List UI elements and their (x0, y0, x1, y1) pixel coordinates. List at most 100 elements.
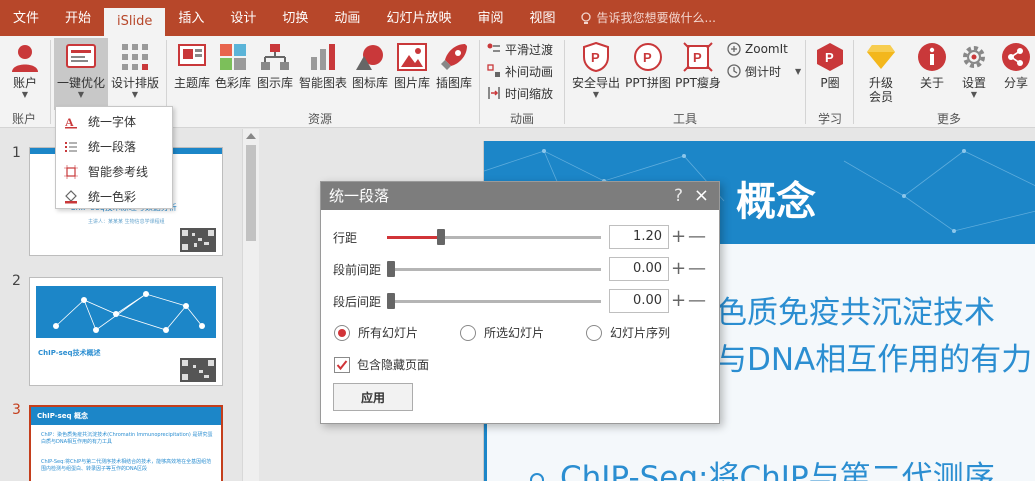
smart-chart-button[interactable]: 智能图表 (297, 38, 349, 110)
slider-handle[interactable] (387, 293, 395, 309)
space-after-input[interactable]: 0.00 (609, 289, 669, 313)
tell-me-search[interactable]: 告诉我您想要做什么... (568, 0, 716, 36)
help-icon[interactable]: ? (674, 182, 683, 210)
slide-title: 概念 (736, 179, 816, 225)
time-scale-button[interactable]: 时间缩放 (487, 82, 553, 104)
close-icon[interactable]: × (694, 182, 709, 210)
menu-item-unify-paragraph[interactable]: 统一段落 (56, 134, 172, 159)
bar-chart-icon (311, 44, 335, 70)
tab-design[interactable]: 设计 (217, 0, 269, 36)
color-library-button[interactable]: 色彩库 (213, 38, 253, 110)
ppt-slim-button[interactable]: P PPT瘦身 (674, 38, 722, 110)
illustration-library-label: 插图库 (435, 76, 472, 90)
divider (853, 40, 854, 124)
tab-home[interactable]: 开始 (52, 0, 104, 36)
ppt-slim-label: PPT瘦身 (675, 76, 721, 90)
tab-transitions[interactable]: 切换 (269, 0, 321, 36)
slim-icon: P (683, 42, 713, 72)
svg-text:P: P (825, 50, 834, 65)
svg-text:P: P (643, 50, 652, 65)
illustration-library-button[interactable]: 插图库 (433, 38, 475, 110)
share-button[interactable]: 分享 (998, 38, 1034, 110)
guides-icon (64, 164, 78, 179)
theme-library-label: 主题库 (173, 76, 210, 90)
smooth-transition-label: 平滑过渡 (505, 42, 554, 57)
account-label: 账户 (12, 76, 37, 90)
slider-handle[interactable] (436, 229, 445, 245)
icon-library-button[interactable]: 图标库 (350, 38, 390, 110)
design-layout-button[interactable]: 设计排版 ▼ (109, 38, 161, 110)
smooth-transition-icon (487, 43, 500, 52)
slide-thumbnail-2[interactable]: ChIP-seq技术概述 (29, 277, 223, 386)
tab-view[interactable]: 视图 (516, 0, 568, 36)
color-library-label: 色彩库 (214, 76, 251, 90)
minus-icon[interactable]: — (688, 289, 706, 313)
radio-circle (460, 324, 476, 341)
tab-file[interactable]: 文件 (0, 0, 52, 36)
tab-slideshow[interactable]: 幻灯片放映 (373, 0, 464, 36)
about-button[interactable]: 关于 (914, 38, 950, 110)
diagram-library-button[interactable]: 图示库 (254, 38, 296, 110)
diamond-icon (867, 45, 895, 69)
chevron-down-icon: ▼ (21, 90, 29, 99)
line-spacing-slider[interactable] (387, 229, 601, 245)
shapes-icon (356, 45, 383, 70)
plus-icon[interactable]: + (671, 225, 686, 249)
ppt-collage-label: PPT拼图 (625, 76, 671, 90)
scrollbar-thumb[interactable] (246, 145, 256, 241)
minus-icon[interactable]: — (688, 257, 706, 281)
slider-fill (387, 236, 441, 239)
paragraph-icon (65, 141, 77, 152)
qr-code-icon (180, 228, 216, 252)
slide-thumbnail-3-selected[interactable]: ChIP-seq 概念 ChIP：染色质免疫共沉淀技术(Chromatin Im… (29, 405, 223, 481)
menu-item-unify-font[interactable]: A 统一字体 (56, 109, 172, 134)
countdown-button[interactable]: 倒计时 ▼ (727, 60, 801, 82)
space-before-slider[interactable] (387, 261, 601, 277)
countdown-label: 倒计时 (745, 64, 782, 79)
thumbnail-scrollbar[interactable] (242, 129, 259, 481)
include-hidden-checkbox[interactable]: 包含隐藏页面 (334, 356, 429, 373)
one-click-optimize-button[interactable]: 一键优化 ▼ (54, 38, 108, 110)
slide-body-text: ChIP-Seq:将ChIP与第二代测序 (560, 460, 995, 481)
plus-icon[interactable]: + (671, 257, 686, 281)
plus-icon[interactable]: + (671, 289, 686, 313)
menu-item-smart-guides[interactable]: 智能参考线 (56, 159, 172, 184)
menu-item-unify-color[interactable]: 统一色彩 (56, 184, 172, 209)
space-after-slider[interactable] (387, 293, 601, 309)
secure-export-button[interactable]: P 安全导出 ▼ (569, 38, 623, 110)
settings-button[interactable]: 设置 ▼ (956, 38, 992, 110)
tab-insert[interactable]: 插入 (165, 0, 217, 36)
bullet-circle-icon (530, 472, 544, 481)
apply-button[interactable]: 应用 (333, 383, 413, 411)
tab-animations[interactable]: 动画 (321, 0, 373, 36)
tween-animation-button[interactable]: 补间动画 (487, 60, 553, 82)
tab-review[interactable]: 审阅 (464, 0, 516, 36)
info-icon (918, 43, 946, 71)
smooth-transition-button[interactable]: 平滑过渡 (487, 38, 553, 60)
picture-library-button[interactable]: 图片库 (391, 38, 433, 110)
tab-islide[interactable]: iSlide (104, 8, 166, 36)
line-spacing-input[interactable]: 1.20 (609, 225, 669, 249)
secure-export-label: 安全导出 (571, 76, 620, 90)
slider-handle[interactable] (387, 261, 395, 277)
dialog-title-bar[interactable]: 统一段落 ? × (321, 182, 719, 210)
minus-icon[interactable]: — (688, 225, 706, 249)
ppt-collage-button[interactable]: P PPT拼图 (624, 38, 672, 110)
account-button[interactable]: 账户 ▼ (6, 38, 44, 110)
radio-selected-slides[interactable]: 所选幻灯片 (460, 324, 544, 341)
p-circle-button[interactable]: P P圈 (812, 38, 848, 110)
zoom-plus-icon (727, 42, 741, 56)
theme-library-button[interactable]: 主题库 (171, 38, 213, 110)
radio-all-slides[interactable]: 所有幻灯片 (334, 324, 418, 341)
paint-bucket-icon (65, 189, 77, 203)
svg-text:P: P (693, 50, 702, 65)
qr-code-icon (180, 358, 216, 382)
zoomit-button[interactable]: ZoomIt (727, 38, 788, 60)
share-label: 分享 (1003, 76, 1028, 90)
space-before-input[interactable]: 0.00 (609, 257, 669, 281)
group-tools: 工具 (673, 112, 698, 126)
scroll-up-arrow-icon[interactable] (246, 133, 256, 139)
radio-slide-sequence[interactable]: 幻灯片序列 (586, 324, 670, 341)
group-account: 账户 (12, 112, 37, 126)
upgrade-member-button[interactable]: 升级 会员 (861, 38, 901, 110)
